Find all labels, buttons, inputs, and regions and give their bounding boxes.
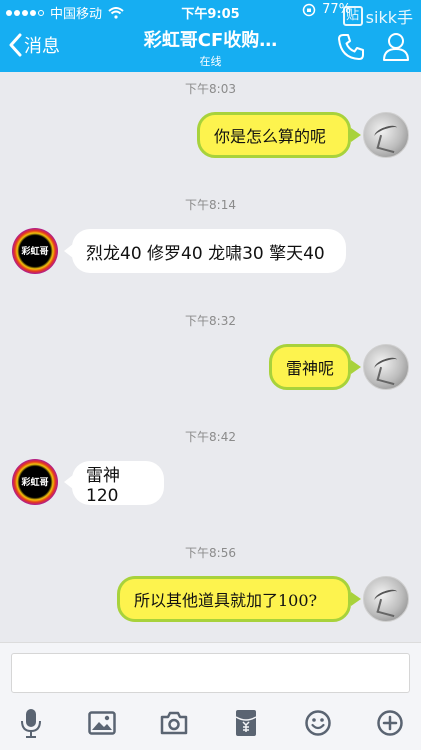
message-bubble-self[interactable]: 雷神呢: [269, 344, 351, 390]
call-button[interactable]: [336, 32, 366, 66]
message-bubble-friend[interactable]: 烈龙40 修罗40 龙啸30 擎天40: [72, 229, 346, 273]
message-text: 所以其他道具就加了100?: [134, 591, 318, 610]
emoji-icon: [305, 710, 331, 736]
emoji-button[interactable]: [300, 705, 336, 741]
avatar-label: 彩虹哥: [21, 247, 49, 257]
avatar-self[interactable]: [363, 112, 409, 158]
message-bubble-self[interactable]: 所以其他道具就加了100?: [117, 576, 351, 622]
timestamp: 下午8:03: [185, 82, 236, 96]
avatar-friend[interactable]: 彩虹哥: [12, 228, 58, 274]
input-bar: [0, 642, 421, 750]
phone-icon: [338, 34, 364, 60]
message-text: 雷神120: [86, 465, 120, 506]
chevron-left-icon: [9, 33, 22, 57]
red-envelope-button[interactable]: [228, 705, 264, 741]
chat-area[interactable]: 下午8:03 你是怎么算的呢 下午8:14 彩虹哥 烈龙40 修罗40 龙啸30…: [0, 72, 421, 642]
timestamp: 下午8:56: [185, 546, 236, 560]
chat-title: 彩虹哥CF收购…: [143, 30, 278, 51]
message-text: 你是怎么算的呢: [214, 127, 327, 146]
microphone-icon: [21, 709, 41, 738]
plus-icon: [377, 710, 403, 736]
header: 中国移动 下午9:05 77% 贴 sikk手 消息 彩虹哥CF收购… 在线: [0, 0, 421, 72]
message-text: 雷神呢: [286, 359, 335, 378]
avatar-friend[interactable]: 彩虹哥: [12, 459, 58, 505]
input-toolbar: [0, 705, 421, 741]
camera-icon: [160, 711, 188, 735]
profile-button[interactable]: [382, 32, 410, 66]
bubble-tail: [351, 592, 361, 606]
image-icon: [88, 711, 116, 735]
message-bubble-self[interactable]: 你是怎么算的呢: [197, 112, 351, 158]
online-status: 在线: [199, 55, 222, 68]
timestamp: 下午8:14: [185, 198, 236, 212]
camera-button[interactable]: [156, 705, 192, 741]
avatar-label: 彩虹哥: [21, 478, 49, 488]
bubble-tail: [351, 128, 361, 142]
red-envelope-icon: [235, 710, 257, 736]
timestamp: 下午8:42: [185, 430, 236, 444]
back-button[interactable]: 消息: [8, 32, 60, 58]
timestamp: 下午8:32: [185, 314, 236, 328]
person-icon: [383, 33, 409, 61]
nav-bar: 消息 彩虹哥CF收购… 在线: [0, 22, 421, 72]
more-button[interactable]: [372, 705, 408, 741]
message-text: 烈龙40 修罗40 龙啸30 擎天40: [86, 243, 325, 264]
avatar-self[interactable]: [363, 576, 409, 622]
avatar-self[interactable]: [363, 344, 409, 390]
orientation-lock-icon: [302, 3, 316, 16]
back-label: 消息: [24, 36, 60, 57]
photo-button[interactable]: [84, 705, 120, 741]
message-bubble-friend[interactable]: 雷神120: [72, 461, 164, 506]
message-input[interactable]: [11, 653, 410, 693]
bubble-tail: [351, 360, 361, 374]
status-bar: 中国移动 下午9:05 77% 贴 sikk手: [0, 0, 421, 27]
voice-button[interactable]: [13, 705, 49, 741]
